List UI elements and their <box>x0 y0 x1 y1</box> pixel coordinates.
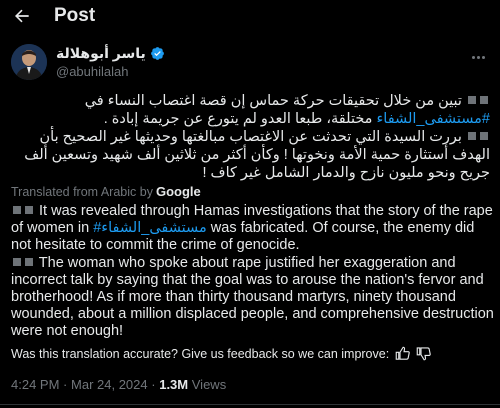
top-bar: Post <box>0 0 500 34</box>
square-emoji-icon <box>480 96 488 104</box>
tweet-text-arabic: تبين من خلال تحقيقات حركة حماس إن قصة اغ… <box>8 92 490 182</box>
square-emoji-icon <box>25 257 33 266</box>
avatar-image <box>11 44 47 80</box>
square-emoji-icon <box>13 257 21 266</box>
square-emoji-icon <box>13 206 21 214</box>
meta-separator: · <box>151 377 156 392</box>
tweet-date[interactable]: Mar 24, 2024 <box>71 377 148 392</box>
square-emoji-icon <box>480 132 488 140</box>
avatar[interactable] <box>11 44 47 80</box>
translation-feedback: Was this translation accurate? Give us f… <box>11 346 491 361</box>
back-button[interactable] <box>8 2 36 30</box>
verified-badge-icon <box>150 46 164 60</box>
author-block[interactable]: ياسر أبوهلالة @abuhilalah <box>56 44 165 79</box>
hashtag-link[interactable]: #مستشفى_الشفاء <box>376 111 490 127</box>
tweet-time[interactable]: 4:24 PM <box>11 377 59 392</box>
square-emoji-icon <box>25 206 33 214</box>
square-emoji-icon <box>468 132 476 140</box>
views-count[interactable]: 1.3M <box>159 377 188 392</box>
tweet-text-translated: It was revealed through Hamas investigat… <box>11 203 496 341</box>
meta-separator: · <box>63 377 68 392</box>
arabic-paragraph-2: بررت السيدة التي تحدثت عن الاغتصاب مبالغ… <box>8 128 490 182</box>
author-display-name[interactable]: ياسر أبوهلالة <box>56 45 146 62</box>
views-label: Views <box>191 377 227 392</box>
feedback-prompt: Was this translation accurate? Give us f… <box>11 346 390 361</box>
author-handle[interactable]: @abuhilalah <box>56 64 165 79</box>
english-paragraph-2: The woman who spoke about rape justified… <box>11 255 496 341</box>
google-logo: Google <box>155 184 201 199</box>
arabic-text: تبين من خلال تحقيقات حركة حماس إن قصة اغ… <box>84 93 462 109</box>
divider <box>0 404 500 405</box>
arabic-text: مختلقة، طبعا العدو لم يتورع عن جريمة إبا… <box>103 111 373 127</box>
tweet-meta: 4:24 PM · Mar 24, 2024 · 1.3M Views <box>11 377 226 392</box>
page-title: Post <box>54 5 96 26</box>
arabic-text: بررت السيدة التي تحدثت عن الاغتصاب مبالغ… <box>24 129 490 181</box>
more-options-button[interactable] <box>466 48 490 66</box>
translation-attribution: Translated from Arabic by Google <box>11 184 201 199</box>
english-text: The woman who spoke about rape justified… <box>11 254 494 340</box>
arabic-paragraph-1: تبين من خلال تحقيقات حركة حماس إن قصة اغ… <box>8 92 490 128</box>
more-icon-dot <box>471 55 475 59</box>
square-emoji-icon <box>468 96 476 104</box>
translated-label: Translated from Arabic by <box>11 184 153 199</box>
arrow-left-icon <box>15 9 29 23</box>
thumbs-down-icon[interactable] <box>416 346 431 361</box>
thumbs-up-icon[interactable] <box>395 346 410 361</box>
english-paragraph-1: It was revealed through Hamas investigat… <box>11 203 496 255</box>
more-icon-dot <box>481 55 485 59</box>
more-icon-dot <box>476 55 480 59</box>
hashtag-link[interactable]: #مستشفى_الشفاء <box>93 220 207 236</box>
